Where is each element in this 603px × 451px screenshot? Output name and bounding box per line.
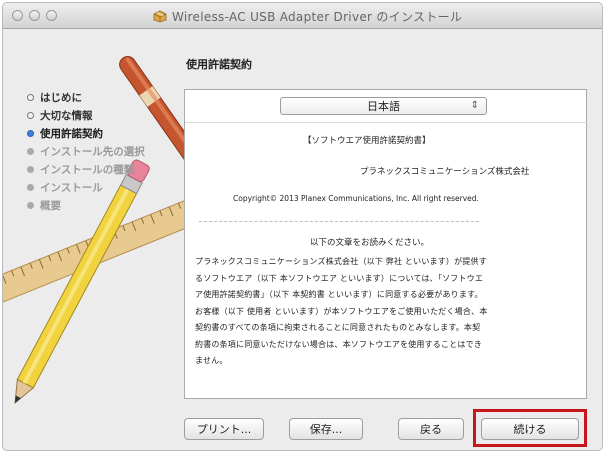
license-body-line: 契約書のすべての条項に拘束されることに同意されたものとみなします。本契 [195,323,481,332]
step-status-icon [27,201,34,209]
step-label: インストール先の選択 [40,145,145,158]
license-body-line: お客様（以下 使用者 といいます）が本ソフトウエアをご使用いただく場合、本 [195,306,488,316]
window-title-group: Wireless-AC USB Adapter Driver のインストール [153,8,462,24]
step-label: 概要 [40,199,61,212]
license-title: 【ソフトウエア使用許諾契約書】 [303,136,431,146]
step-label: インストールの種類 [40,163,135,176]
step-status-icon [27,111,34,119]
license-body-line: ア使用許諾契約書」（以下 本契約書 といいます）に同意する必要があります。 [195,290,483,299]
select-arrows-icon: ⇕ [470,100,479,111]
step-status-icon [27,183,34,191]
step-status-icon [27,93,34,101]
step-introduction: はじめに [27,88,82,106]
step-label: はじめに [40,91,82,104]
back-button[interactable]: 戻る [398,418,464,440]
license-body-line: プラネックスコミュニケーションズ株式会社（以下 弊社 といいます）が提供す [195,257,487,266]
step-status-icon [27,165,34,173]
installer-window: Wireless-AC USB Adapter Driver のインストール は… [2,2,603,451]
license-notice: 以下の文章をお読みください。 [310,238,430,248]
zoom-window-button[interactable] [46,10,57,21]
license-copyright: Copyright© 2013 Planex Communications, I… [233,194,479,203]
license-body-line: ません。 [195,356,228,365]
step-label: 使用許諾契約 [40,127,103,140]
language-select-value: 日本語 [367,100,400,113]
step-installation: インストール [27,178,103,196]
page-title: 使用許諾契約 [186,58,252,71]
divider [185,122,588,123]
step-destination-select: インストール先の選択 [27,142,145,160]
title-bar: Wireless-AC USB Adapter Driver のインストール [3,3,602,29]
step-label: インストール [40,181,103,194]
license-document[interactable]: 日本語 ⇕ 【ソフトウエア使用許諾契約書】 プラネックスコミュニケーションズ株式… [184,89,588,399]
step-status-icon [27,129,34,137]
step-license: 使用許諾契約 [27,124,103,142]
print-button[interactable]: プリント... [184,418,264,440]
close-window-button[interactable] [12,10,23,21]
step-status-icon [27,147,34,155]
step-installation-type: インストールの種類 [27,160,134,178]
language-select[interactable]: 日本語 ⇕ [280,97,487,115]
continue-highlight-frame [473,409,587,447]
step-label: 大切な情報 [40,109,93,122]
license-company: プラネックスコミュニケーションズ株式会社 [360,167,530,177]
license-body-line: るソフトウエア（以下 本ソフトウエア といいます）については、「ソフトウエ [195,273,484,283]
save-button[interactable]: 保存... [289,418,363,440]
divider [199,221,479,222]
license-body-line: 約書の条項に同意いただけない場合は、本ソフトウエアを使用することはでき [195,339,482,349]
package-icon [153,10,167,23]
minimize-window-button[interactable] [29,10,40,21]
license-body: プラネックスコミュニケーションズ株式会社（以下 弊社 といいます）が提供す るソ… [195,254,580,370]
step-summary: 概要 [27,196,61,214]
step-read-me: 大切な情報 [27,106,93,124]
window-title: Wireless-AC USB Adapter Driver のインストール [172,9,463,24]
